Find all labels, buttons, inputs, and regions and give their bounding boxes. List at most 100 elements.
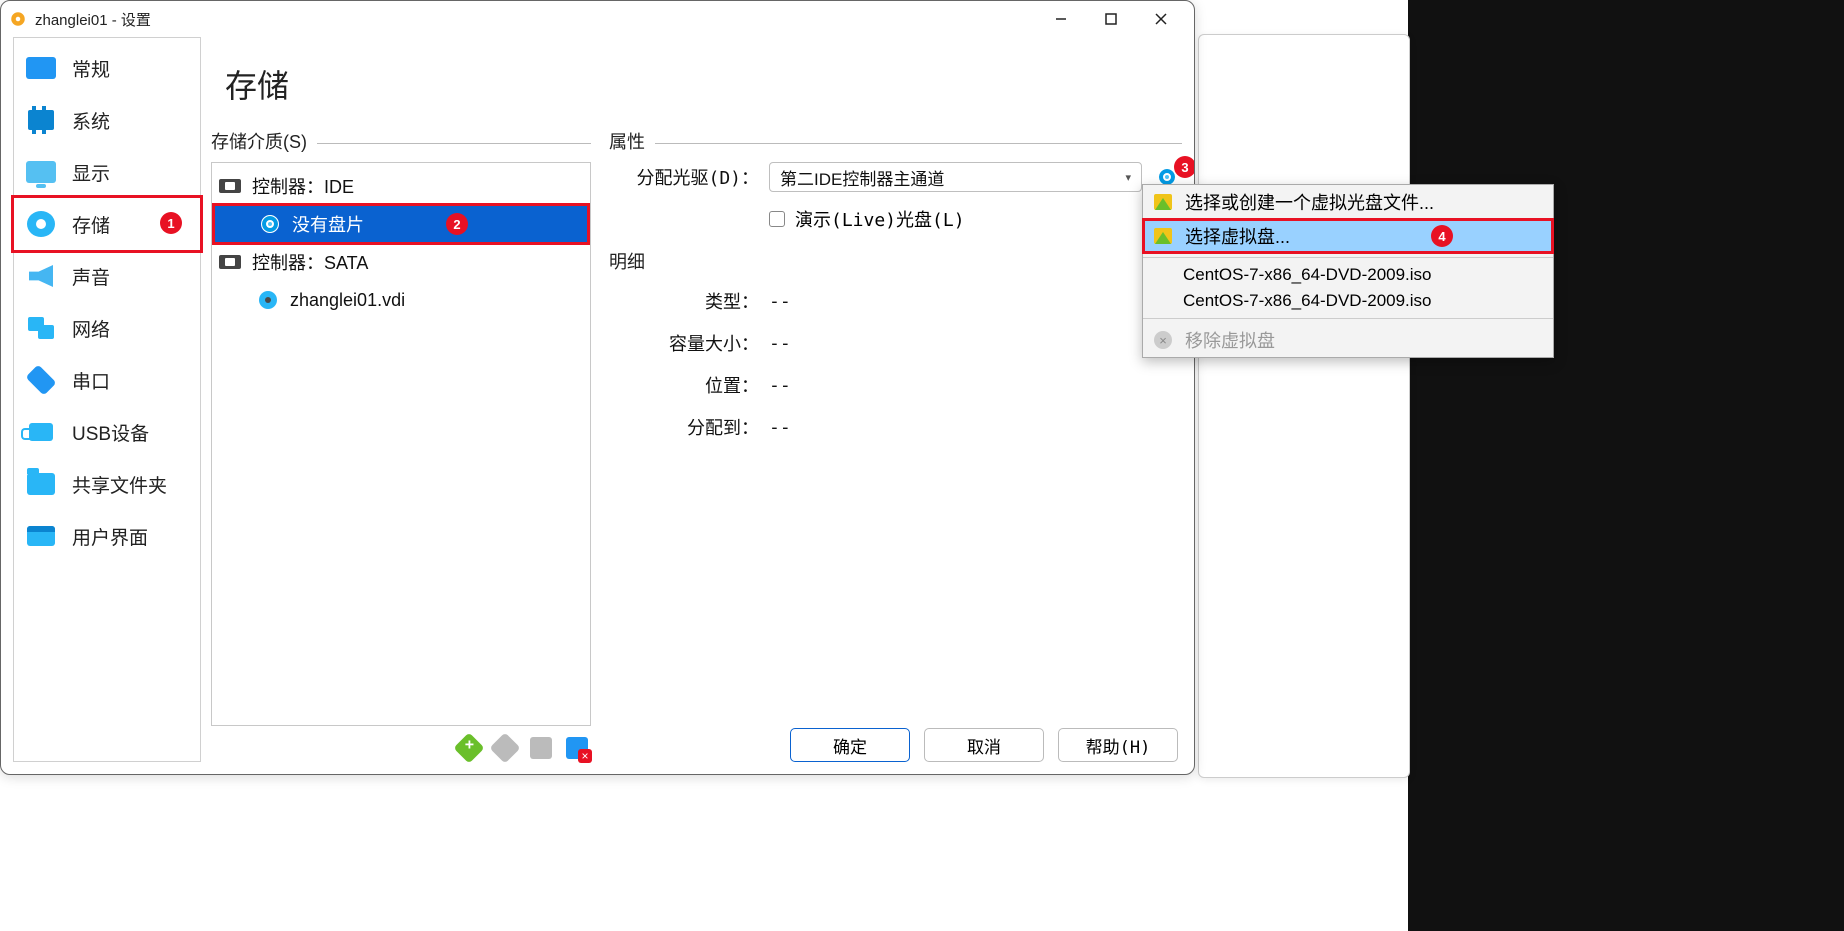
- choose-disk-menu: 选择或创建一个虚拟光盘文件... 选择虚拟盘... 4 CentOS-7-x86…: [1142, 184, 1554, 358]
- storage-tree[interactable]: 控制器：IDE 没有盘片 2 控制器：SATA: [211, 162, 591, 726]
- network-icon: [24, 313, 58, 343]
- storage-media-label-text: 存储介质(S): [211, 128, 307, 154]
- storage-media-label: 存储介质(S): [211, 128, 591, 160]
- detail-value: --: [769, 417, 1182, 438]
- vdi-row[interactable]: zhanglei01.vdi: [212, 281, 590, 319]
- sidebar-item-user-interface[interactable]: 用户界面: [14, 510, 200, 562]
- minimize-button[interactable]: [1036, 2, 1086, 36]
- window-title: zhanglei01 - 设置: [35, 9, 151, 30]
- storage-left-column: 存储介质(S) 控制器：IDE 没有盘片 2: [211, 128, 591, 762]
- sidebar-item-serial[interactable]: 串口: [14, 354, 200, 406]
- controller-ide-row[interactable]: 控制器：IDE: [212, 167, 590, 205]
- detail-value: --: [769, 375, 1182, 396]
- sidebar-item-label: 网络: [72, 315, 110, 342]
- settings-sidebar: 常规 系统 显示 存储 1 声音 网络: [13, 37, 201, 762]
- remove-attachment-button[interactable]: [563, 734, 591, 762]
- add-attachment-button[interactable]: [527, 734, 555, 762]
- annotation-marker-2: 2: [446, 213, 468, 235]
- chip-icon: [24, 105, 58, 135]
- dialog-footer-buttons: 确定 取消 帮助(H): [790, 728, 1178, 762]
- folder-up-icon: [1153, 226, 1173, 246]
- menu-remove-virtual-disk: × 移除虚拟盘: [1143, 323, 1553, 357]
- optical-drive-select[interactable]: 第二IDE控制器主通道 ▾: [769, 162, 1142, 192]
- hdd-small-icon: [256, 289, 280, 311]
- serial-icon: [24, 365, 58, 395]
- add-controller-button[interactable]: [455, 734, 483, 762]
- hdd-icon: [24, 209, 58, 239]
- sidebar-item-audio[interactable]: 声音: [14, 250, 200, 302]
- optical-drive-label: 分配光驱(D)：: [609, 164, 759, 190]
- sidebar-item-network[interactable]: 网络: [14, 302, 200, 354]
- tree-row-label: 控制器：IDE: [252, 173, 354, 199]
- chevron-down-icon: ▾: [1125, 171, 1131, 184]
- detail-attached-row: 分配到： --: [609, 412, 1182, 442]
- attributes-label: 属性: [609, 128, 1182, 160]
- monitor-icon: [24, 53, 58, 83]
- detail-value: --: [769, 291, 1182, 312]
- controller-sata-row[interactable]: 控制器：SATA: [212, 243, 590, 281]
- controller-icon: [218, 175, 242, 197]
- titlebar: zhanglei01 - 设置: [1, 1, 1194, 37]
- menu-recent-iso-1[interactable]: CentOS-7-x86_64-DVD-2009.iso: [1143, 262, 1553, 288]
- controller-icon: [218, 251, 242, 273]
- annotation-marker-3: 3: [1174, 156, 1195, 178]
- background-dark-strip: [1408, 0, 1844, 931]
- menu-choose-virtual-disk[interactable]: 选择虚拟盘... 4: [1143, 219, 1553, 253]
- close-button[interactable]: [1136, 2, 1186, 36]
- page-title: 存储: [211, 37, 1182, 128]
- storage-toolbar: [211, 726, 591, 762]
- menu-item-label: 选择虚拟盘...: [1185, 223, 1290, 249]
- sidebar-item-label: 用户界面: [72, 523, 148, 550]
- ui-icon: [24, 521, 58, 551]
- settings-window: zhanglei01 - 设置 常规 系统 显示 存储 1: [0, 0, 1195, 775]
- detail-label: 分配到：: [609, 414, 759, 440]
- sidebar-item-display[interactable]: 显示: [14, 146, 200, 198]
- sidebar-item-label: 存储: [72, 211, 110, 238]
- sidebar-item-system[interactable]: 系统: [14, 94, 200, 146]
- help-button[interactable]: 帮助(H): [1058, 728, 1178, 762]
- sidebar-item-usb[interactable]: USB设备: [14, 406, 200, 458]
- cancel-button[interactable]: 取消: [924, 728, 1044, 762]
- menu-create-virtual-disk[interactable]: 选择或创建一个虚拟光盘文件...: [1143, 185, 1553, 219]
- detail-type-row: 类型： --: [609, 286, 1182, 316]
- live-cd-checkbox[interactable]: [769, 211, 785, 227]
- optical-drive-row: 分配光驱(D)： 第二IDE控制器主通道 ▾ 3: [609, 162, 1182, 192]
- remove-controller-button[interactable]: [491, 734, 519, 762]
- disc-icon: [258, 213, 282, 235]
- detail-label: 类型：: [609, 288, 759, 314]
- menu-separator: [1143, 257, 1553, 258]
- usb-icon: [24, 417, 58, 447]
- sidebar-item-shared-folders[interactable]: 共享文件夹: [14, 458, 200, 510]
- details-section-label: 明细: [609, 248, 1182, 274]
- detail-label: 位置：: [609, 372, 759, 398]
- detail-label: 容量大小：: [609, 330, 759, 356]
- tree-row-label: 控制器：SATA: [252, 249, 368, 275]
- optical-drive-value: 第二IDE控制器主通道: [780, 165, 944, 190]
- detail-size-row: 容量大小： --: [609, 328, 1182, 358]
- storage-right-column: 属性 分配光驱(D)： 第二IDE控制器主通道 ▾ 3: [609, 128, 1182, 762]
- annotation-marker-1: 1: [160, 212, 182, 234]
- sidebar-item-label: 常规: [72, 55, 110, 82]
- remove-icon: ×: [1153, 330, 1173, 350]
- attributes-label-text: 属性: [609, 128, 645, 154]
- detail-value: --: [769, 333, 1182, 354]
- sidebar-item-label: USB设备: [72, 419, 149, 446]
- menu-recent-iso-2[interactable]: CentOS-7-x86_64-DVD-2009.iso: [1143, 288, 1553, 314]
- tree-row-label: zhanglei01.vdi: [290, 290, 405, 311]
- ok-button[interactable]: 确定: [790, 728, 910, 762]
- display-icon: [24, 157, 58, 187]
- sidebar-item-label: 显示: [72, 159, 110, 186]
- sidebar-item-label: 声音: [72, 263, 110, 290]
- menu-item-label: 移除虚拟盘: [1185, 327, 1275, 353]
- sidebar-item-label: 系统: [72, 107, 110, 134]
- sidebar-item-storage[interactable]: 存储 1: [14, 198, 200, 250]
- speaker-icon: [24, 261, 58, 291]
- live-cd-row: 演示(Live)光盘(L): [609, 204, 1182, 234]
- optical-empty-row[interactable]: 没有盘片 2: [214, 205, 588, 243]
- sidebar-item-label: 串口: [72, 367, 110, 394]
- folder-up-icon: [1153, 192, 1173, 212]
- maximize-button[interactable]: [1086, 2, 1136, 36]
- sidebar-item-general[interactable]: 常规: [14, 42, 200, 94]
- tree-row-label: 没有盘片: [292, 211, 364, 237]
- sidebar-item-label: 共享文件夹: [72, 471, 167, 498]
